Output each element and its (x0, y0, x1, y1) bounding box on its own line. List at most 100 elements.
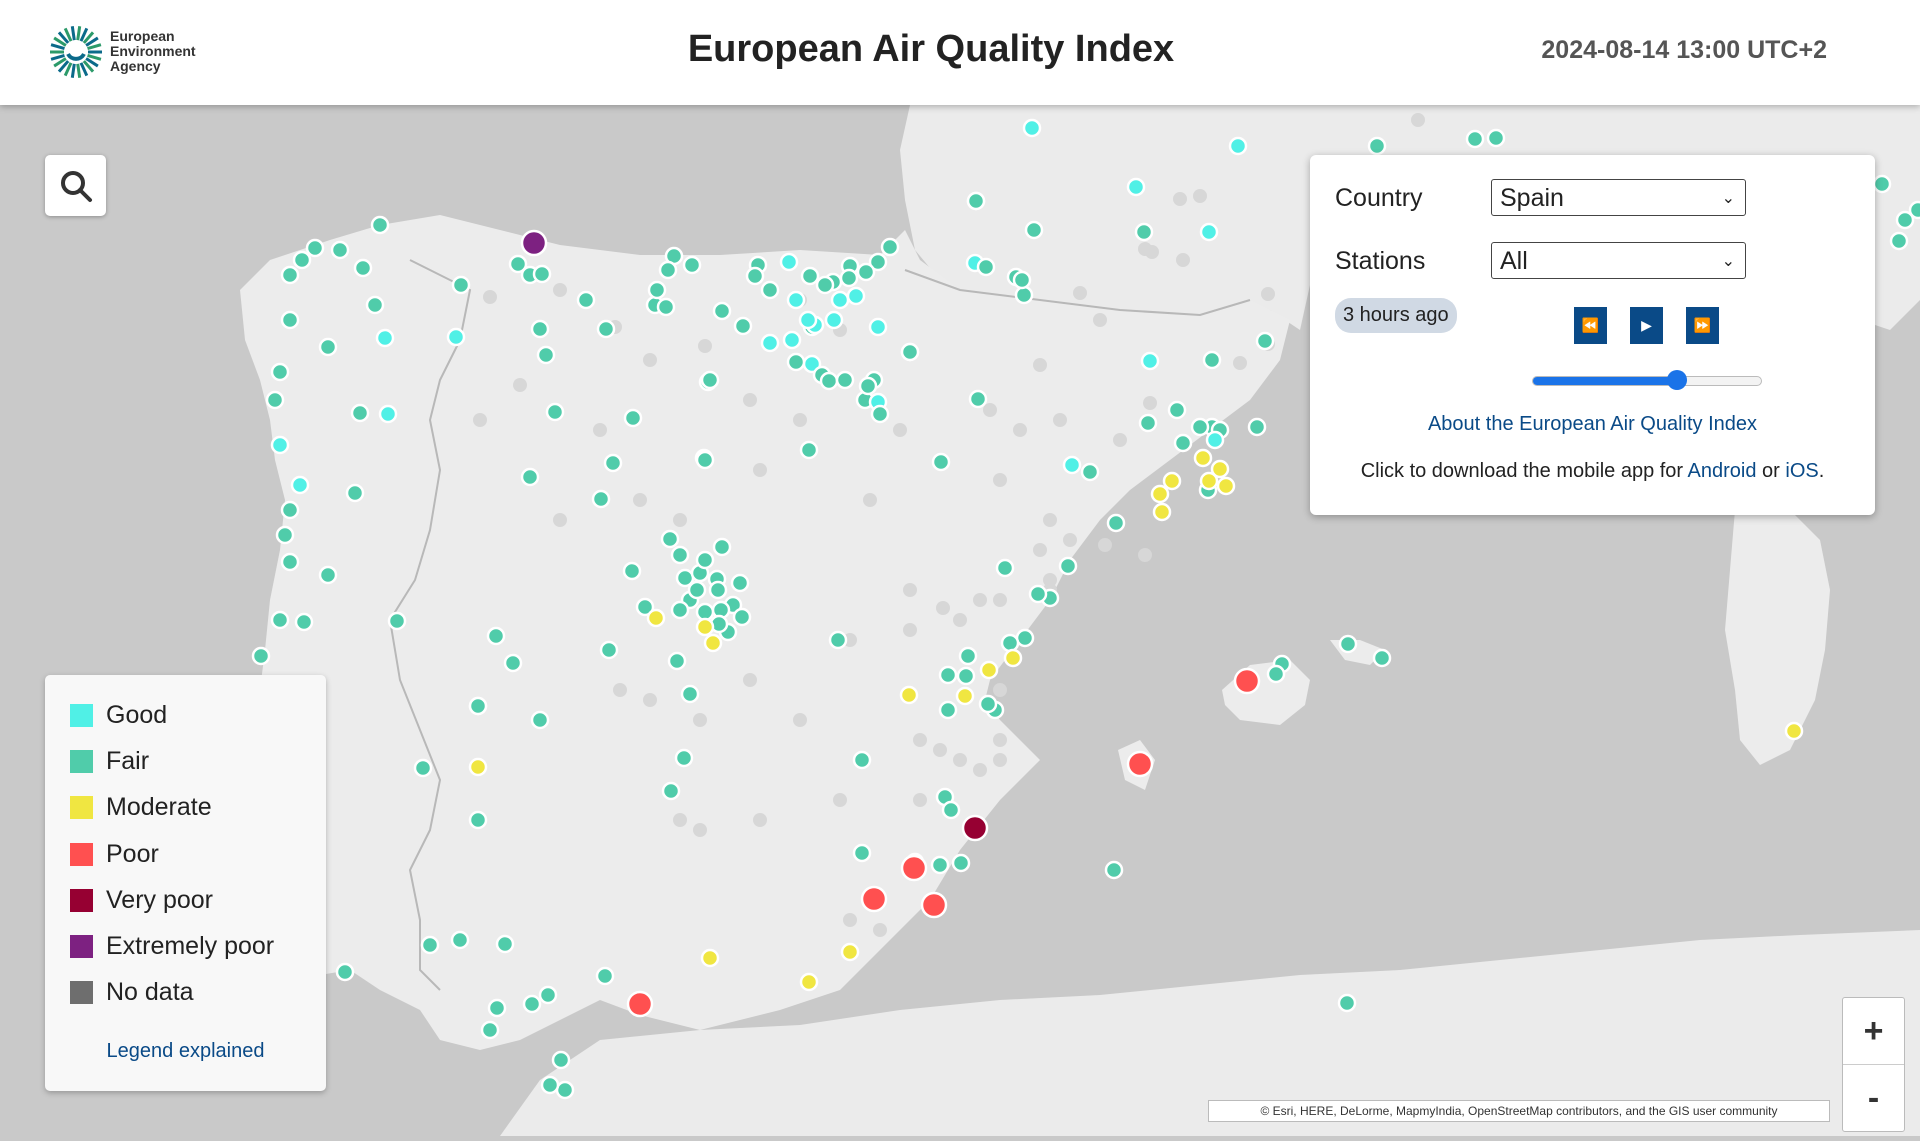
station-marker-fair[interactable] (695, 450, 715, 470)
station-marker-fair[interactable] (1372, 648, 1392, 668)
station-marker-good[interactable] (1205, 430, 1225, 450)
station-marker-fair[interactable] (495, 934, 515, 954)
station-marker-fair[interactable] (951, 853, 971, 873)
station-marker-fair[interactable] (1465, 129, 1485, 149)
station-marker-fair[interactable] (1138, 413, 1158, 433)
station-marker-fair[interactable] (938, 665, 958, 685)
station-marker-fair[interactable] (941, 800, 961, 820)
station-marker-fair[interactable] (956, 666, 976, 686)
station-marker-fair[interactable] (1889, 231, 1909, 251)
station-marker-fair[interactable] (1106, 513, 1126, 533)
station-marker-fair[interactable] (595, 966, 615, 986)
no-data-station-marker[interactable] (1233, 356, 1247, 370)
station-marker-fair[interactable] (450, 930, 470, 950)
station-marker-fair[interactable] (576, 290, 596, 310)
station-marker-very-poor[interactable] (961, 814, 989, 842)
no-data-station-marker[interactable] (993, 473, 1007, 487)
station-marker-poor[interactable] (1233, 667, 1261, 695)
station-marker-fair[interactable] (695, 550, 715, 570)
station-marker-moderate[interactable] (695, 617, 715, 637)
station-marker-fair[interactable] (800, 266, 820, 286)
no-data-station-marker[interactable] (953, 613, 967, 627)
station-marker-moderate[interactable] (1193, 448, 1213, 468)
station-marker-fair[interactable] (1367, 136, 1387, 156)
station-marker-good[interactable] (846, 286, 866, 306)
no-data-station-marker[interactable] (843, 913, 857, 927)
station-marker-moderate[interactable] (646, 608, 666, 628)
station-marker-fair[interactable] (420, 935, 440, 955)
station-marker-fair[interactable] (938, 700, 958, 720)
station-marker-good[interactable] (1228, 136, 1248, 156)
no-data-station-marker[interactable] (833, 793, 847, 807)
no-data-station-marker[interactable] (1033, 358, 1047, 372)
no-data-station-marker[interactable] (1193, 189, 1207, 203)
station-marker-fair[interactable] (280, 265, 300, 285)
no-data-station-marker[interactable] (743, 393, 757, 407)
station-marker-fair[interactable] (674, 748, 694, 768)
station-marker-fair[interactable] (839, 268, 859, 288)
about-aqi-link[interactable]: About the European Air Quality Index (1310, 413, 1875, 436)
zoom-out-button[interactable]: - (1843, 1065, 1904, 1131)
station-marker-fair[interactable] (265, 390, 285, 410)
station-marker-fair[interactable] (661, 781, 681, 801)
station-marker-moderate[interactable] (1150, 484, 1170, 504)
station-marker-moderate[interactable] (468, 757, 488, 777)
station-marker-good[interactable] (446, 327, 466, 347)
no-data-station-marker[interactable] (753, 463, 767, 477)
station-marker-fair[interactable] (545, 402, 565, 422)
station-marker-fair[interactable] (1104, 860, 1124, 880)
station-marker-good[interactable] (1126, 177, 1146, 197)
no-data-station-marker[interactable] (903, 583, 917, 597)
station-marker-fair[interactable] (1255, 331, 1275, 351)
station-marker-fair[interactable] (712, 537, 732, 557)
station-marker-fair[interactable] (799, 440, 819, 460)
no-data-station-marker[interactable] (993, 683, 1007, 697)
station-marker-fair[interactable] (487, 998, 507, 1018)
no-data-station-marker[interactable] (513, 378, 527, 392)
no-data-station-marker[interactable] (1143, 396, 1157, 410)
station-marker-fair[interactable] (958, 646, 978, 666)
station-marker-fair[interactable] (835, 370, 855, 390)
station-marker-fair[interactable] (555, 1080, 575, 1100)
station-marker-fair[interactable] (647, 280, 667, 300)
station-marker-moderate[interactable] (1162, 471, 1182, 491)
station-marker-fair[interactable] (1202, 350, 1222, 370)
android-link[interactable]: Android (1688, 460, 1757, 482)
station-marker-fair[interactable] (503, 653, 523, 673)
station-marker-moderate[interactable] (955, 686, 975, 706)
station-marker-fair[interactable] (1015, 628, 1035, 648)
station-marker-moderate[interactable] (979, 660, 999, 680)
station-marker-fair[interactable] (870, 404, 890, 424)
station-marker-fair[interactable] (760, 280, 780, 300)
no-data-station-marker[interactable] (1073, 286, 1087, 300)
station-marker-poor[interactable] (1126, 750, 1154, 778)
no-data-station-marker[interactable] (1063, 533, 1077, 547)
station-marker-fair[interactable] (733, 316, 753, 336)
station-marker-fair[interactable] (270, 362, 290, 382)
station-marker-fair[interactable] (318, 565, 338, 585)
no-data-station-marker[interactable] (643, 353, 657, 367)
no-data-station-marker[interactable] (553, 513, 567, 527)
station-marker-fair[interactable] (858, 376, 878, 396)
no-data-station-marker[interactable] (1411, 113, 1425, 127)
station-marker-fair[interactable] (468, 696, 488, 716)
station-marker-fair[interactable] (1028, 584, 1048, 604)
station-marker-fair[interactable] (1872, 174, 1892, 194)
station-marker-fair[interactable] (251, 646, 271, 666)
station-marker-fair[interactable] (532, 264, 552, 284)
station-marker-fair[interactable] (931, 452, 951, 472)
station-marker-poor[interactable] (860, 885, 888, 913)
station-marker-moderate[interactable] (899, 685, 919, 705)
station-marker-fair[interactable] (1080, 462, 1100, 482)
station-marker-fair[interactable] (603, 453, 623, 473)
station-marker-fair[interactable] (623, 408, 643, 428)
no-data-station-marker[interactable] (993, 753, 1007, 767)
station-marker-fair[interactable] (305, 238, 325, 258)
station-marker-good[interactable] (868, 317, 888, 337)
no-data-station-marker[interactable] (1013, 423, 1027, 437)
station-marker-moderate[interactable] (1003, 648, 1023, 668)
station-marker-good[interactable] (830, 290, 850, 310)
station-marker-fair[interactable] (695, 602, 715, 622)
search-button[interactable] (45, 155, 106, 216)
station-marker-moderate[interactable] (1152, 502, 1172, 522)
